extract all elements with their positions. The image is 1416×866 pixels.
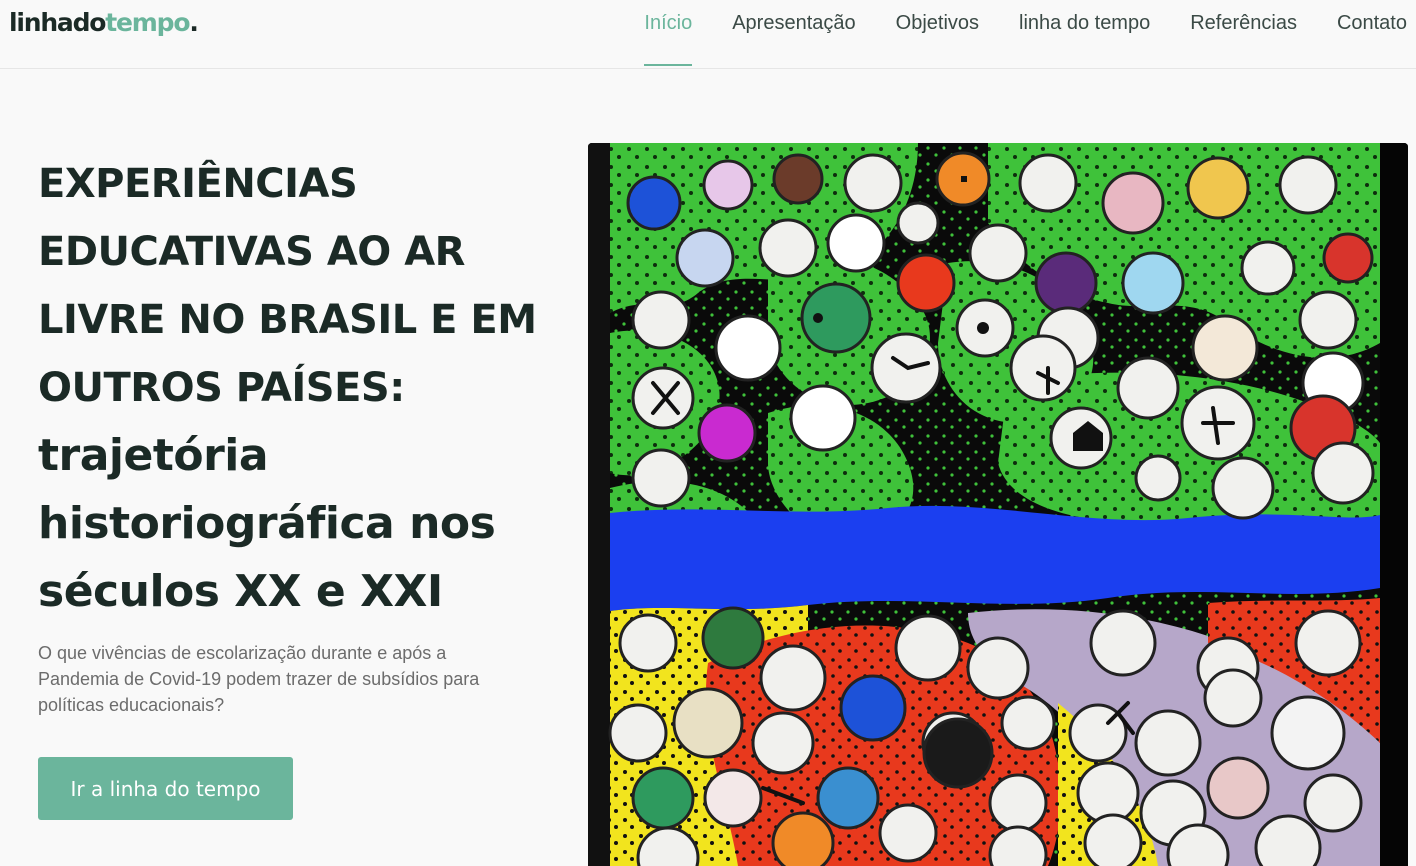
- logo-part-2: tempo: [105, 8, 190, 37]
- hero-title-line-3: LIVRE NO BRASIL E EM: [38, 297, 537, 343]
- hero-title-line-1: EXPERIÊNCIAS: [38, 161, 358, 207]
- main-nav: Início Apresentação Objetivos linha do t…: [604, 0, 1407, 69]
- nav-item-apresentacao[interactable]: Apresentação: [732, 0, 855, 69]
- go-to-timeline-button[interactable]: Ir a linha do tempo: [38, 757, 293, 820]
- hero-title-line-5: trajetória: [38, 430, 269, 481]
- nav-item-referencias[interactable]: Referências: [1190, 0, 1297, 69]
- hero-subtitle: O que vivências de escolarização durante…: [38, 643, 480, 715]
- tree-painting-illustration: [588, 143, 1408, 866]
- hero-artwork-image: [588, 143, 1408, 866]
- hero-title-line-2: EDUCATIVAS AO AR: [38, 229, 465, 275]
- nav-item-contato[interactable]: Contato: [1337, 0, 1407, 69]
- hero-heading-block: EXPERIÊNCIAS EDUCATIVAS AO AR LIVRE NO B…: [38, 150, 558, 626]
- hero-title-line-7: séculos XX e XXI: [38, 566, 443, 617]
- nav-item-inicio[interactable]: Início: [644, 0, 692, 69]
- hero-title: EXPERIÊNCIAS EDUCATIVAS AO AR LIVRE NO B…: [38, 150, 558, 626]
- hero-title-line-6: historiográfica nos: [38, 498, 496, 549]
- top-navbar: linhadotempo. Início Apresentação Objeti…: [0, 0, 1416, 69]
- nav-item-linha-do-tempo[interactable]: linha do tempo: [1019, 0, 1150, 69]
- nav-item-objetivos[interactable]: Objetivos: [896, 0, 979, 69]
- site-logo[interactable]: linhadotempo.: [9, 8, 199, 37]
- logo-part-3: .: [189, 8, 199, 37]
- logo-part-1: linhado: [9, 8, 106, 37]
- hero-title-line-4: OUTROS PAÍSES:: [38, 365, 405, 411]
